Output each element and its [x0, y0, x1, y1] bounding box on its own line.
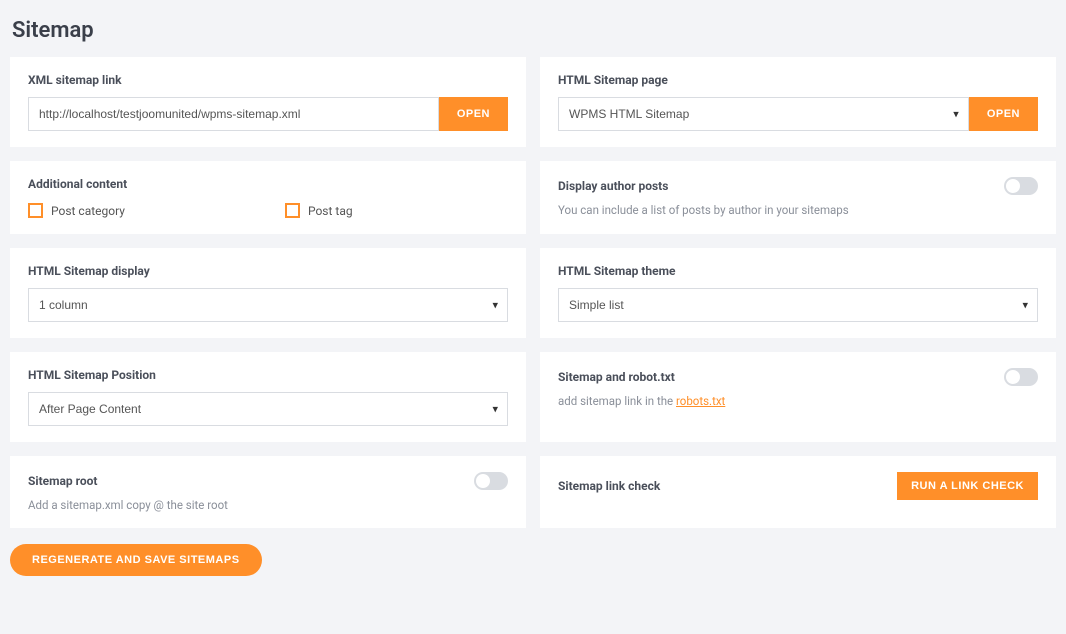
- xml-sitemap-link-title: XML sitemap link: [28, 73, 508, 87]
- robots-txt-link[interactable]: robots.txt: [676, 394, 725, 408]
- page-title: Sitemap: [12, 18, 1056, 43]
- html-sitemap-position-title: HTML Sitemap Position: [28, 368, 508, 382]
- sitemap-root-desc: Add a sitemap.xml copy @ the site root: [28, 498, 508, 512]
- sitemap-root-toggle[interactable]: [474, 472, 508, 490]
- additional-content-card: Additional content Post category Post ta…: [10, 161, 526, 234]
- additional-content-title: Additional content: [28, 177, 508, 191]
- display-author-posts-card: Display author posts You can include a l…: [540, 161, 1056, 234]
- sitemap-link-check-card: Sitemap link check RUN A LINK CHECK: [540, 456, 1056, 528]
- html-sitemap-theme-title: HTML Sitemap theme: [558, 264, 1038, 278]
- checkbox-icon: [285, 203, 300, 218]
- sitemap-robot-title: Sitemap and robot.txt: [558, 370, 675, 384]
- xml-sitemap-link-card: XML sitemap link OPEN: [10, 57, 526, 147]
- html-open-button[interactable]: OPEN: [969, 97, 1038, 131]
- html-sitemap-theme-select[interactable]: Simple list: [558, 288, 1038, 322]
- html-sitemap-page-title: HTML Sitemap page: [558, 73, 1038, 87]
- sitemap-robot-toggle[interactable]: [1004, 368, 1038, 386]
- display-author-posts-toggle[interactable]: [1004, 177, 1038, 195]
- sitemap-robot-card: Sitemap and robot.txt add sitemap link i…: [540, 352, 1056, 442]
- sitemap-robot-desc-text: add sitemap link in the: [558, 394, 676, 408]
- sitemap-robot-desc: add sitemap link in the robots.txt: [558, 394, 1038, 408]
- post-category-label: Post category: [51, 204, 125, 218]
- sitemap-root-card: Sitemap root Add a sitemap.xml copy @ th…: [10, 456, 526, 528]
- html-sitemap-position-select[interactable]: After Page Content: [28, 392, 508, 426]
- settings-grid: XML sitemap link OPEN HTML Sitemap page …: [10, 57, 1056, 528]
- post-category-checkbox[interactable]: Post category: [28, 203, 125, 218]
- xml-open-button[interactable]: OPEN: [439, 97, 508, 131]
- display-author-posts-title: Display author posts: [558, 179, 668, 193]
- html-sitemap-position-card: HTML Sitemap Position After Page Content: [10, 352, 526, 442]
- sitemap-link-check-title: Sitemap link check: [558, 479, 660, 493]
- xml-sitemap-link-input[interactable]: [28, 97, 439, 131]
- html-sitemap-display-card: HTML Sitemap display 1 column: [10, 248, 526, 338]
- display-author-posts-desc: You can include a list of posts by autho…: [558, 203, 1038, 217]
- run-link-check-button[interactable]: RUN A LINK CHECK: [897, 472, 1038, 500]
- post-tag-label: Post tag: [308, 204, 353, 218]
- sitemap-root-title: Sitemap root: [28, 474, 97, 488]
- html-sitemap-page-select[interactable]: WPMS HTML Sitemap: [558, 97, 969, 131]
- html-sitemap-display-select[interactable]: 1 column: [28, 288, 508, 322]
- html-sitemap-theme-card: HTML Sitemap theme Simple list: [540, 248, 1056, 338]
- regenerate-save-button[interactable]: REGENERATE AND SAVE SITEMAPS: [10, 544, 262, 576]
- checkbox-icon: [28, 203, 43, 218]
- html-sitemap-page-card: HTML Sitemap page WPMS HTML Sitemap OPEN: [540, 57, 1056, 147]
- post-tag-checkbox[interactable]: Post tag: [285, 203, 353, 218]
- html-sitemap-display-title: HTML Sitemap display: [28, 264, 508, 278]
